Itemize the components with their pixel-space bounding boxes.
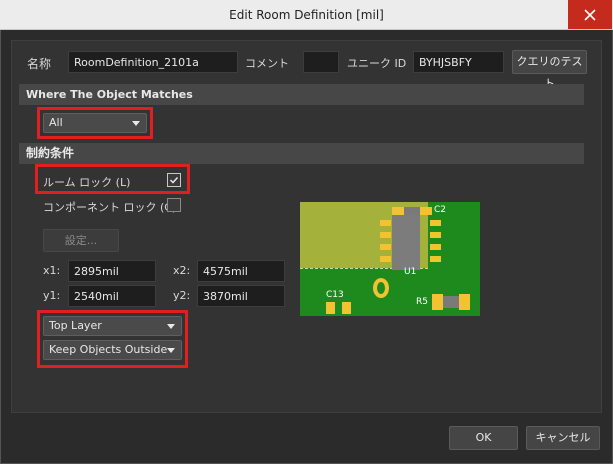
comment-label: コメント — [245, 57, 289, 70]
where-dropdown[interactable]: All — [43, 113, 147, 133]
pcb-preview: C2 U1 C13 R5 — [300, 202, 480, 316]
settings-button[interactable]: 設定... — [43, 229, 119, 252]
x1-field[interactable]: 2895mil — [68, 260, 156, 282]
r5-pad — [432, 294, 443, 310]
y2-label: y2: — [173, 289, 191, 302]
close-icon — [584, 8, 596, 21]
y1-field[interactable]: 2540mil — [68, 285, 156, 307]
title-bar: Edit Room Definition [mil] — [0, 0, 613, 30]
dialog-body: 名称 RoomDefinition_2101a コメント ユニーク ID BYH… — [0, 30, 613, 464]
u1-pin — [430, 244, 441, 250]
test-query-button[interactable]: クエリのテスト — [512, 50, 587, 90]
chevron-down-icon — [167, 324, 175, 329]
where-section-header: Where The Object Matches — [19, 84, 584, 105]
layer-dropdown-value: Top Layer — [49, 319, 102, 332]
ok-button[interactable]: OK — [449, 426, 518, 450]
u1-pin — [380, 244, 391, 250]
u1-pin — [430, 256, 441, 262]
name-label: 名称 — [27, 57, 52, 71]
u1-pin — [430, 232, 441, 238]
constraints-section-header: 制約条件 — [19, 143, 584, 164]
check-icon — [169, 176, 179, 184]
room-lock-checkbox[interactable] — [167, 173, 181, 187]
name-field[interactable]: RoomDefinition_2101a — [68, 51, 238, 73]
c2-body — [404, 207, 420, 215]
c13-pad — [326, 302, 335, 314]
u1-label: U1 — [404, 267, 417, 277]
chevron-down-icon — [132, 121, 140, 126]
comment-field[interactable] — [303, 51, 339, 73]
y2-field[interactable]: 3870mil — [197, 285, 285, 307]
u1-pin — [380, 232, 391, 238]
close-button[interactable] — [568, 0, 612, 29]
unique-id-label: ユニーク ID — [347, 57, 407, 70]
r5-pad — [459, 294, 470, 310]
window-title: Edit Room Definition [mil] — [229, 8, 384, 22]
u1-pin — [380, 220, 391, 226]
room-lock-label: ルーム ロック (L) — [43, 176, 131, 189]
u1-pin — [380, 256, 391, 262]
component-lock-checkbox[interactable] — [167, 198, 181, 212]
r5-body — [443, 296, 459, 308]
objects-dropdown[interactable]: Keep Objects Outside — [43, 340, 182, 360]
component-lock-label: コンポーネント ロック (C) — [43, 201, 177, 214]
x1-label: x1: — [43, 264, 61, 277]
c2-pad-right — [420, 207, 432, 215]
c2-label: C2 — [434, 205, 447, 215]
x2-field[interactable]: 4575mil — [197, 260, 285, 282]
c13-pad — [342, 302, 351, 314]
r5-label: R5 — [416, 297, 428, 307]
unique-id-field[interactable]: BYHJSBFY — [413, 51, 504, 73]
y1-label: y1: — [43, 289, 61, 302]
c13-label: C13 — [326, 290, 344, 300]
layer-dropdown[interactable]: Top Layer — [43, 316, 182, 336]
via-ring — [373, 278, 389, 298]
u1-pin — [430, 220, 441, 226]
cancel-button[interactable]: キャンセル — [526, 426, 600, 450]
u1-chip — [392, 214, 420, 270]
chevron-down-icon — [167, 348, 175, 353]
where-dropdown-value: All — [49, 116, 63, 129]
c2-pad-left — [392, 207, 404, 215]
x2-label: x2: — [173, 264, 191, 277]
objects-dropdown-value: Keep Objects Outside — [49, 343, 168, 356]
